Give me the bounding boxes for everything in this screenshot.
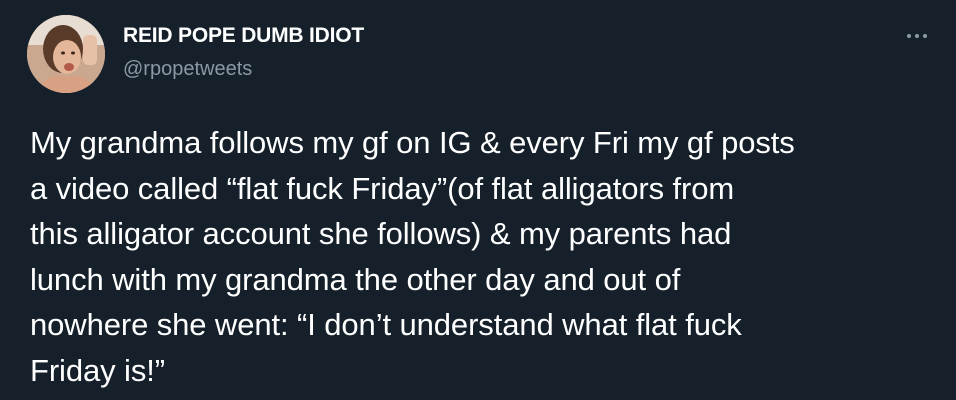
tweet-text-line: a video called “flat fuck Friday”(of fla… bbox=[30, 170, 735, 206]
user-handle[interactable]: @rpopetweets bbox=[123, 58, 252, 81]
more-options-button[interactable] bbox=[902, 26, 932, 46]
avatar[interactable] bbox=[27, 15, 105, 93]
tweet-text-line: this alligator account she follows) & my… bbox=[30, 216, 732, 252]
tweet-text-line: lunch with my grandma the other day and … bbox=[30, 261, 681, 297]
tweet-text: My grandma follows my gf on IG & every F… bbox=[30, 120, 940, 394]
tweet-text-line: Friday is!” bbox=[30, 352, 165, 388]
tweet-card: REID POPE DUMB IDIOT @rpopetweets My gra… bbox=[0, 0, 956, 400]
display-name[interactable]: REID POPE DUMB IDIOT bbox=[123, 24, 364, 48]
ellipsis-icon bbox=[907, 34, 911, 38]
ellipsis-icon bbox=[923, 34, 927, 38]
profile-photo-icon bbox=[27, 15, 105, 93]
tweet-text-line: My grandma follows my gf on IG & every F… bbox=[30, 125, 795, 160]
ellipsis-icon bbox=[915, 34, 919, 38]
tweet-text-line: nowhere she went: “I don’t understand wh… bbox=[30, 307, 742, 343]
